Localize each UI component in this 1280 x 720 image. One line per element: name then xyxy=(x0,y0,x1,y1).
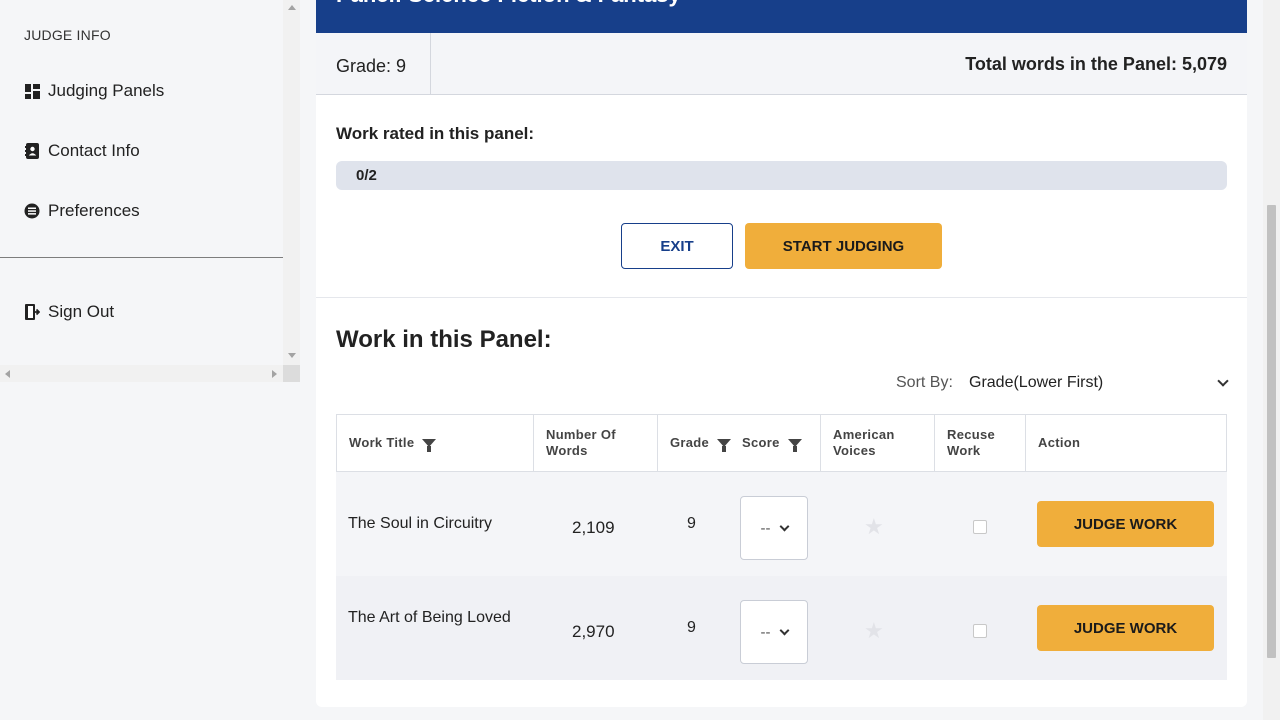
score-select[interactable]: -- xyxy=(740,600,808,664)
sign-out-button[interactable]: Sign Out xyxy=(24,300,114,324)
scrollbar-thumb[interactable] xyxy=(1267,205,1276,658)
column-label: Action xyxy=(1038,435,1081,450)
works-table: Work Title Number Of Words Grade Score A… xyxy=(336,414,1227,680)
work-title: The Art of Being Loved xyxy=(348,609,511,626)
column-header-score[interactable]: Score xyxy=(730,415,821,471)
sidebar-item-label: Preferences xyxy=(48,201,140,220)
recuse-checkbox[interactable] xyxy=(973,520,987,534)
chevron-down-icon xyxy=(779,521,789,531)
judge-work-button[interactable]: JUDGE WORK xyxy=(1037,605,1214,651)
column-header-recuse-work: Recuse Work xyxy=(935,415,1026,471)
sidebar-item-label: Judging Panels xyxy=(48,81,165,100)
work-grade: 9 xyxy=(687,619,696,636)
sidebar-item-judging-panels[interactable]: Judging Panels xyxy=(24,79,164,103)
table-row: The Art of Being Loved 2,970 9 -- ★ JUDG… xyxy=(336,576,1227,680)
panel-title: Panel: Science Fiction & Fantasy xyxy=(336,0,681,8)
column-label: Work Title xyxy=(349,435,415,450)
sidebar-scroll-area: JUDGE INFO Judging Panels Contact Info P… xyxy=(0,0,283,365)
filter-icon[interactable] xyxy=(787,439,802,452)
work-section-heading: Work in this Panel: xyxy=(336,326,552,353)
section-divider xyxy=(316,297,1247,298)
column-label: Recuse Work xyxy=(947,427,996,458)
sign-out-label: Sign Out xyxy=(48,302,115,321)
column-header-action: Action xyxy=(1026,415,1226,471)
rating-progress-bar: 0/2 xyxy=(336,161,1227,190)
sidebar-heading: JUDGE INFO xyxy=(24,27,111,43)
word-count: 2,109 xyxy=(572,518,615,537)
sort-value: Grade(Lower First) xyxy=(969,374,1104,391)
column-header-american-voices: American Voices xyxy=(821,415,935,471)
column-header-grade[interactable]: Grade xyxy=(658,415,732,471)
chevron-down-icon xyxy=(1217,375,1229,387)
column-label: Grade xyxy=(670,435,710,450)
total-words: Total words in the Panel: 5,079 xyxy=(965,54,1227,74)
panel-card: Panel: Science Fiction & Fantasy Grade: … xyxy=(316,0,1247,707)
sidebar: JUDGE INFO Judging Panels Contact Info P… xyxy=(0,0,300,720)
sign-out-icon xyxy=(24,304,40,320)
sidebar-item-label: Contact Info xyxy=(48,141,140,160)
column-label: Number Of Words xyxy=(546,427,616,458)
sidebar-divider xyxy=(0,257,283,258)
recuse-checkbox[interactable] xyxy=(973,624,987,638)
table-header: Work Title Number Of Words Grade Score A… xyxy=(336,414,1227,472)
sidebar-item-contact-info[interactable]: Contact Info xyxy=(24,139,140,163)
grade-cell: Grade: 9 xyxy=(316,33,431,94)
panel-banner: Panel: Science Fiction & Fantasy xyxy=(316,0,1247,33)
scrollbar-corner xyxy=(283,365,300,382)
scroll-up-arrow-icon[interactable] xyxy=(288,5,296,10)
american-voices-star-icon[interactable]: ★ xyxy=(864,618,884,644)
sidebar-horizontal-scrollbar[interactable] xyxy=(0,365,283,382)
work-grade: 9 xyxy=(687,515,696,532)
work-title: The Soul in Circuitry xyxy=(348,515,493,532)
sort-label: Sort By: xyxy=(896,374,953,391)
start-judging-button[interactable]: START JUDGING xyxy=(745,223,942,269)
filter-icon[interactable] xyxy=(422,439,437,452)
scroll-down-arrow-icon[interactable] xyxy=(288,353,296,358)
page-vertical-scrollbar[interactable] xyxy=(1263,0,1280,720)
contact-book-icon xyxy=(24,143,40,159)
exit-button[interactable]: EXIT xyxy=(621,223,733,269)
score-value: -- xyxy=(760,519,771,537)
american-voices-star-icon[interactable]: ★ xyxy=(864,514,884,540)
table-row: The Soul in Circuitry 2,109 9 -- ★ JUDGE… xyxy=(336,472,1227,576)
column-label: American Voices xyxy=(833,427,895,458)
panel-grade: Grade: 9 xyxy=(336,56,407,76)
dashboard-icon xyxy=(24,83,40,99)
scroll-left-arrow-icon[interactable] xyxy=(5,370,10,378)
progress-text: 0/2 xyxy=(356,167,377,184)
word-count: 2,970 xyxy=(572,622,615,641)
sidebar-item-preferences[interactable]: Preferences xyxy=(24,199,140,223)
column-header-number-of-words: Number Of Words xyxy=(534,415,658,471)
filter-icon[interactable] xyxy=(717,439,732,452)
column-label: Score xyxy=(742,435,780,450)
sort-select[interactable]: Grade(Lower First) xyxy=(969,369,1229,397)
score-value: -- xyxy=(760,623,771,641)
rated-label: Work rated in this panel: xyxy=(336,124,535,143)
sidebar-vertical-scrollbar[interactable] xyxy=(283,0,300,365)
judge-work-button[interactable]: JUDGE WORK xyxy=(1037,501,1214,547)
chevron-down-icon xyxy=(779,625,789,635)
score-select[interactable]: -- xyxy=(740,496,808,560)
scroll-right-arrow-icon[interactable] xyxy=(272,370,277,378)
panel-info-row: Grade: 9 Total words in the Panel: 5,079 xyxy=(316,33,1247,95)
preferences-icon xyxy=(24,203,40,219)
column-header-work-title[interactable]: Work Title xyxy=(337,415,534,471)
